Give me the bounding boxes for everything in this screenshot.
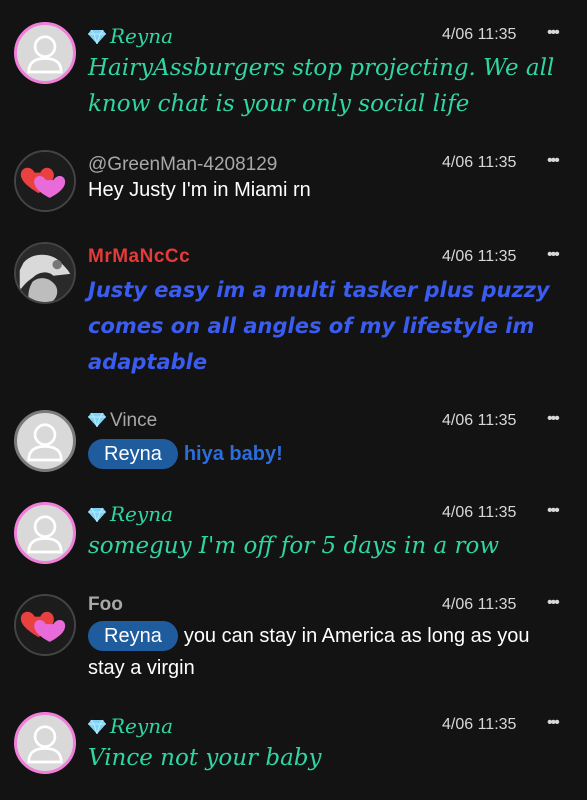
- hearts-avatar-icon: [16, 596, 74, 654]
- timestamp: 4/06 11:35: [442, 154, 517, 171]
- username[interactable]: MrMaNcCc: [88, 246, 190, 268]
- chat-message: Reyna 4/06 11:35 ••• HairyAssburgers sto…: [0, 18, 587, 128]
- message-text: Hey Justy I'm in Miami rn: [88, 179, 311, 201]
- diamond-icon: [88, 719, 106, 734]
- more-horizontal-icon[interactable]: •••: [547, 152, 560, 170]
- username[interactable]: Reyna: [88, 502, 173, 526]
- timestamp: 4/06 11:35: [442, 596, 517, 613]
- user-avatar[interactable]: [14, 22, 76, 84]
- mention-chip[interactable]: Reyna: [88, 621, 178, 651]
- default-user-icon: [27, 515, 63, 554]
- message-text: someguy I'm off for 5 days in a row: [88, 533, 500, 559]
- user-avatar[interactable]: [14, 594, 76, 656]
- timestamp: 4/06 11:35: [442, 504, 517, 521]
- diamond-icon: [88, 507, 106, 522]
- message-text: Vince not your baby: [88, 745, 322, 771]
- message-text: Justy easy im a multi tasker plus puzzy …: [88, 278, 550, 374]
- diamond-icon: [88, 29, 106, 44]
- chat-message: Foo 4/06 11:35 ••• Reyna you can stay in …: [0, 592, 587, 692]
- message-text: Reyna you can stay in America as long as …: [88, 620, 558, 684]
- hearts-avatar-icon: [16, 152, 74, 210]
- username[interactable]: Vince: [88, 410, 157, 432]
- chat-message: Reyna 4/06 11:35 ••• Vince not your baby: [0, 712, 587, 792]
- timestamp: 4/06 11:35: [442, 248, 517, 265]
- diamond-icon: [88, 412, 106, 427]
- more-horizontal-icon[interactable]: •••: [547, 714, 560, 732]
- default-user-icon: [27, 725, 63, 764]
- message-text: Reyna hiya baby!: [88, 438, 558, 470]
- mention-chip[interactable]: Reyna: [88, 439, 178, 469]
- more-horizontal-icon[interactable]: •••: [547, 502, 560, 520]
- photo-avatar-icon: [16, 244, 74, 302]
- username[interactable]: Reyna: [88, 714, 173, 738]
- chat-message: @GreenMan-4208129 4/06 11:35 ••• Hey Jus…: [0, 148, 587, 228]
- user-avatar[interactable]: [14, 712, 76, 774]
- username[interactable]: Reyna: [88, 24, 173, 48]
- user-avatar[interactable]: [14, 502, 76, 564]
- user-avatar[interactable]: [14, 410, 76, 472]
- more-horizontal-icon[interactable]: •••: [547, 410, 560, 428]
- username[interactable]: Foo: [88, 594, 123, 616]
- more-horizontal-icon[interactable]: •••: [547, 24, 560, 42]
- default-user-icon: [27, 35, 63, 74]
- timestamp: 4/06 11:35: [442, 716, 517, 733]
- username[interactable]: @GreenMan-4208129: [88, 154, 277, 176]
- timestamp: 4/06 11:35: [442, 412, 517, 429]
- default-user-icon: [27, 423, 63, 462]
- user-avatar[interactable]: [14, 150, 76, 212]
- more-horizontal-icon[interactable]: •••: [547, 594, 560, 612]
- more-horizontal-icon[interactable]: •••: [547, 246, 560, 264]
- timestamp: 4/06 11:35: [442, 26, 517, 43]
- user-avatar[interactable]: [14, 242, 76, 304]
- message-text: HairyAssburgers stop projecting. We all …: [88, 55, 555, 117]
- chat-message: MrMaNcCc 4/06 11:35 ••• Justy easy im a …: [0, 242, 587, 382]
- chat-message: Reyna 4/06 11:35 ••• someguy I'm off for…: [0, 500, 587, 570]
- chat-message: Vince 4/06 11:35 ••• Reyna hiya baby!: [0, 408, 587, 478]
